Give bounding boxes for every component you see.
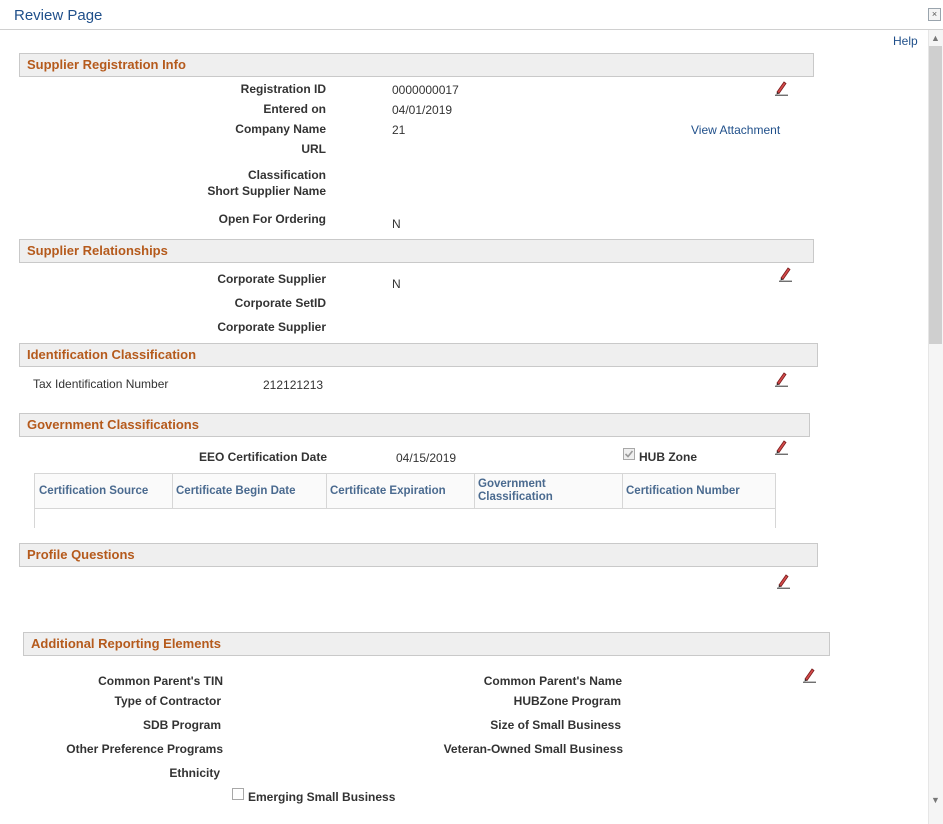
scrollbar-thumb[interactable] — [929, 46, 942, 344]
corporate-supplier-label: Corporate Supplier — [217, 272, 326, 286]
url-label: URL — [301, 142, 326, 156]
hub-zone-checkbox[interactable] — [623, 448, 635, 460]
section-government-classifications: Government Classifications — [19, 413, 810, 437]
section-heading: Supplier Registration Info — [27, 57, 186, 72]
pencil-edit-icon[interactable] — [775, 573, 791, 589]
section-identification-classification: Identification Classification — [19, 343, 818, 367]
section-heading: Government Classifications — [27, 417, 199, 432]
veteran-owned-small-business-label: Veteran-Owned Small Business — [443, 742, 623, 756]
section-heading: Identification Classification — [27, 347, 197, 362]
ethnicity-label: Ethnicity — [169, 766, 220, 780]
window-titlebar — [0, 0, 943, 30]
column-government-classification[interactable]: Government Classification — [474, 474, 623, 508]
grid-header-row: Certification Source Certificate Begin D… — [35, 474, 775, 509]
pencil-edit-icon[interactable] — [773, 80, 789, 96]
emerging-small-business-label: Emerging Small Business — [248, 790, 396, 804]
section-profile-questions: Profile Questions — [19, 543, 818, 567]
tin-label: Tax Identification Number — [33, 377, 169, 391]
window-title: Review Page — [14, 7, 103, 24]
entered-on-value: 04/01/2019 — [392, 103, 453, 117]
scroll-down-icon[interactable]: ▼ — [931, 795, 940, 805]
column-certificate-expiration[interactable]: Certificate Expiration — [326, 474, 475, 508]
sdb-program-label: SDB Program — [142, 718, 221, 732]
hubzone-program-label: HUBZone Program — [513, 694, 621, 708]
section-additional-reporting-elements: Additional Reporting Elements — [23, 632, 830, 656]
open-for-ordering-value: N — [392, 217, 401, 231]
tin-value: 212121213 — [263, 378, 324, 392]
size-of-small-business-label: Size of Small Business — [490, 718, 621, 732]
eeo-certification-date-label: EEO Certification Date — [198, 450, 327, 464]
pencil-edit-icon[interactable] — [773, 439, 789, 455]
check-icon — [624, 450, 634, 458]
column-certification-source[interactable]: Certification Source — [35, 474, 173, 508]
company-name-value: 21 — [392, 123, 406, 137]
entered-on-label: Entered on — [263, 102, 326, 116]
open-for-ordering-label: Open For Ordering — [218, 212, 326, 226]
section-heading: Additional Reporting Elements — [31, 636, 221, 651]
pencil-edit-icon[interactable] — [801, 667, 817, 683]
section-supplier-relationships: Supplier Relationships — [19, 239, 814, 263]
company-name-label: Company Name — [235, 122, 326, 136]
corporate-setid-label: Corporate SetID — [234, 296, 326, 310]
eeo-certification-date-value: 04/15/2019 — [396, 451, 457, 465]
view-attachment-link[interactable]: View Attachment — [691, 123, 780, 137]
corporate-supplier-2-label: Corporate Supplier — [217, 320, 326, 334]
scroll-up-icon[interactable]: ▲ — [931, 33, 940, 43]
emerging-small-business-checkbox[interactable] — [232, 788, 244, 800]
column-certificate-begin-date[interactable]: Certificate Begin Date — [172, 474, 327, 508]
type-of-contractor-label: Type of Contractor — [114, 694, 221, 708]
certification-grid: Certification Source Certificate Begin D… — [34, 473, 776, 528]
pencil-edit-icon[interactable] — [773, 371, 789, 387]
column-certification-number[interactable]: Certification Number — [622, 474, 775, 508]
classification-label: Classification — [247, 168, 326, 182]
help-link[interactable]: Help — [893, 34, 918, 48]
pencil-edit-icon[interactable] — [777, 266, 793, 282]
common-parent-tin-label: Common Parent's TIN — [98, 674, 223, 688]
registration-id-value: 0000000017 — [392, 83, 459, 97]
section-heading: Supplier Relationships — [27, 243, 168, 258]
section-heading: Profile Questions — [27, 547, 135, 562]
corporate-supplier-value: N — [392, 277, 401, 291]
common-parent-name-label: Common Parent's Name — [483, 674, 622, 688]
section-supplier-registration: Supplier Registration Info — [19, 53, 814, 77]
hub-zone-label: HUB Zone — [639, 450, 697, 464]
registration-id-label: Registration ID — [240, 82, 326, 96]
close-icon[interactable]: × — [928, 8, 941, 21]
other-preference-programs-label: Other Preference Programs — [66, 742, 223, 756]
short-supplier-name-label: Short Supplier Name — [207, 184, 326, 198]
